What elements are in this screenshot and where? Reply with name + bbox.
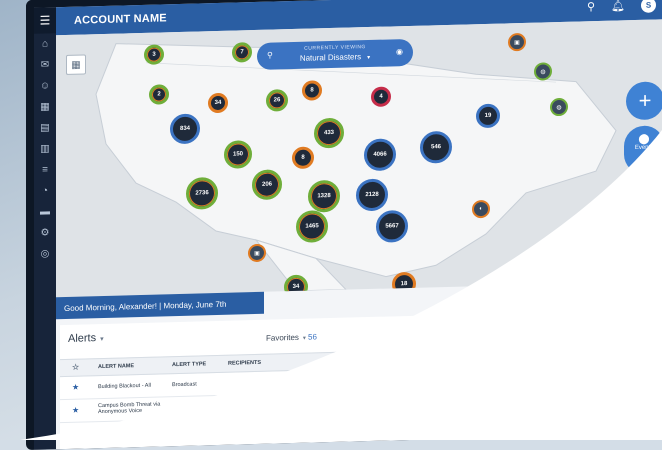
decorative-curve bbox=[20, 130, 662, 440]
